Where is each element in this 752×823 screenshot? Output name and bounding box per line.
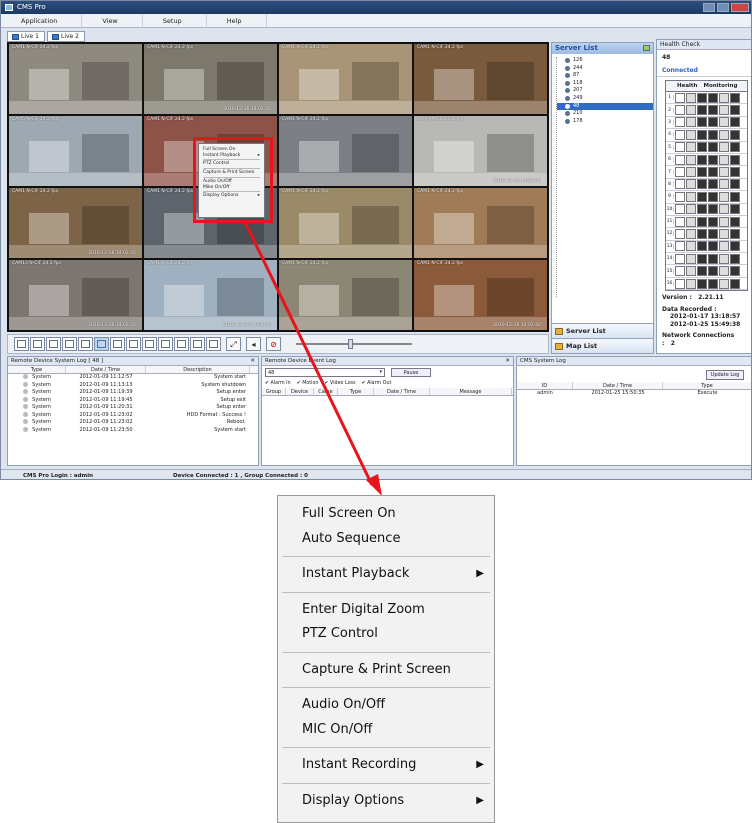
context-menu-item[interactable]: MIC On/Off — [278, 718, 494, 743]
context-menu-item[interactable]: PTZ Control — [278, 622, 494, 647]
context-menu-item[interactable]: Display Options ▶ — [278, 789, 494, 814]
context-menu-item[interactable]: Full Screen On — [278, 502, 494, 527]
context-menu-item[interactable]: Instant Playback ▶ — [278, 562, 494, 587]
context-menu-item[interactable]: Capture & Print Screen — [278, 658, 494, 683]
context-menu-item[interactable]: Instant Recording ▶ — [278, 753, 494, 778]
callout-arrow — [243, 221, 382, 496]
submenu-arrow-icon: ▶ — [476, 759, 484, 770]
submenu-arrow-icon: ▶ — [476, 794, 484, 806]
menu-separator — [282, 556, 490, 557]
menu-separator — [282, 782, 490, 784]
context-menu-item[interactable]: Enter Digital Zoom — [278, 598, 494, 623]
menu-separator — [282, 747, 490, 748]
menu-separator — [282, 687, 490, 688]
context-menu-item[interactable]: Audio On/Off — [278, 693, 494, 718]
submenu-arrow-icon: ▶ — [476, 568, 484, 579]
menu-separator — [282, 591, 490, 593]
menu-separator — [282, 651, 490, 653]
context-menu-item[interactable]: Auto Sequence — [278, 527, 494, 552]
context-menu: Full Screen On Auto Sequence Instant Playb… — [277, 495, 495, 823]
